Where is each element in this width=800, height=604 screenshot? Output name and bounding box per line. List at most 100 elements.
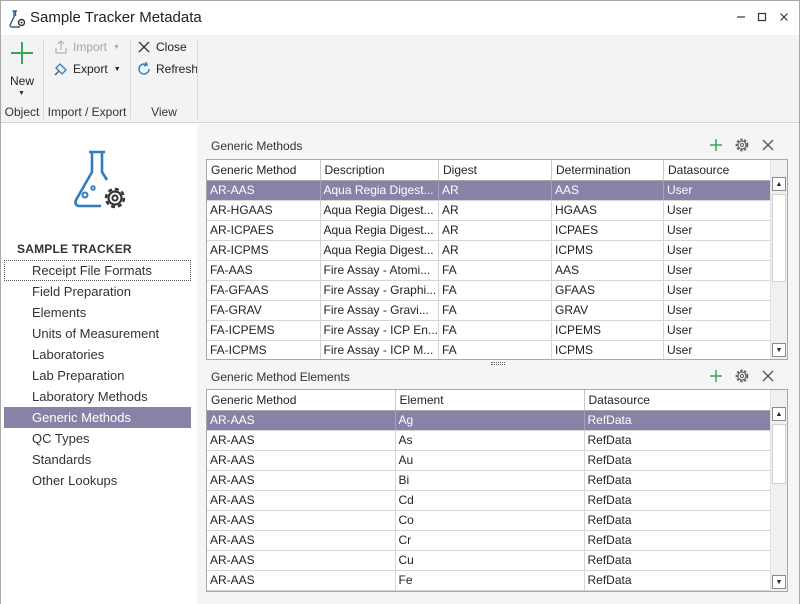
methods-vertical-scrollbar[interactable]: ▲ ▼ [770, 160, 787, 359]
table-cell[interactable]: Ag [395, 410, 585, 431]
nav-item-laboratories[interactable]: Laboratories [4, 344, 191, 365]
close-elements-panel-button[interactable] [760, 368, 776, 384]
column-header[interactable]: Datasource [584, 390, 773, 411]
chevron-down-icon[interactable]: ▼ [772, 575, 786, 589]
column-header[interactable]: Datasource [663, 160, 778, 181]
table-cell[interactable]: FA-AAS [207, 260, 321, 281]
elements-vertical-scrollbar[interactable]: ▲ ▼ [770, 390, 787, 591]
table-row[interactable]: AR-ICPAES Aqua Regia Digest... AR ICPAES Use… [207, 220, 778, 241]
table-cell[interactable]: AR-ICPMS [207, 240, 321, 261]
table-cell[interactable]: AR-AAS [207, 530, 396, 551]
nav-item-other-lookups[interactable]: Other Lookups [4, 470, 191, 491]
table-cell[interactable]: ICPEMS [551, 320, 664, 341]
table-cell[interactable]: AR-AAS [207, 490, 396, 511]
table-cell[interactable]: HGAAS [551, 200, 664, 221]
table-row[interactable]: AR-AAS Cd RefData [207, 490, 773, 511]
table-cell[interactable]: FA-ICPMS [207, 340, 321, 359]
table-row[interactable]: AR-AAS Cu RefData [207, 550, 773, 571]
table-row[interactable]: FA-GFAAS Fire Assay - Graphi... FA GFAAS Use… [207, 280, 778, 301]
table-cell[interactable]: RefData [584, 510, 773, 531]
table-cell[interactable]: AR-ICPAES [207, 220, 321, 241]
table-cell[interactable]: RefData [584, 470, 773, 491]
table-cell[interactable]: FA [438, 320, 552, 341]
table-cell[interactable]: Fire Assay - Graphi... [320, 280, 439, 301]
table-cell[interactable]: Fe [395, 570, 585, 591]
table-cell[interactable]: As [395, 430, 585, 451]
panel-splitter-handle[interactable] [491, 362, 505, 365]
table-cell[interactable]: AR-AAS [207, 470, 396, 491]
nav-item-laboratory-methods[interactable]: Laboratory Methods [4, 386, 191, 407]
method-settings-button[interactable] [734, 137, 750, 153]
table-cell[interactable]: Cd [395, 490, 585, 511]
table-cell[interactable]: FA-GRAV [207, 300, 321, 321]
table-cell[interactable]: Aqua Regia Digest... [320, 180, 439, 201]
table-cell[interactable]: RefData [584, 410, 773, 431]
table-cell[interactable]: Cu [395, 550, 585, 571]
table-cell[interactable]: Aqua Regia Digest... [320, 240, 439, 261]
add-element-button[interactable] [708, 368, 724, 384]
table-cell[interactable]: Co [395, 510, 585, 531]
table-cell[interactable]: Au [395, 450, 585, 471]
table-row[interactable]: AR-AAS Au RefData [207, 450, 773, 471]
table-cell[interactable]: FA [438, 340, 552, 359]
table-cell[interactable]: User [663, 300, 778, 321]
table-cell[interactable]: ICPAES [551, 220, 664, 241]
scrollbar-thumb[interactable] [772, 424, 786, 484]
table-cell[interactable]: AAS [551, 260, 664, 281]
maximize-button[interactable] [750, 7, 774, 27]
column-header[interactable]: Element [395, 390, 585, 411]
column-header[interactable]: Generic Method [207, 160, 321, 181]
column-header[interactable]: Description [320, 160, 439, 181]
close-button[interactable]: Close [136, 37, 187, 57]
table-cell[interactable]: ICPMS [551, 240, 664, 261]
table-cell[interactable]: RefData [584, 530, 773, 551]
table-cell[interactable]: Bi [395, 470, 585, 491]
table-cell[interactable]: Cr [395, 530, 585, 551]
table-cell[interactable]: User [663, 260, 778, 281]
table-row[interactable]: AR-AAS Aqua Regia Digest... AR AAS User [207, 180, 778, 201]
table-cell[interactable]: RefData [584, 570, 773, 591]
nav-item-field-preparation[interactable]: Field Preparation [4, 281, 191, 302]
table-cell[interactable]: AAS [551, 180, 664, 201]
table-row[interactable]: FA-ICPEMS Fire Assay - ICP En... FA ICPEMS U… [207, 320, 778, 341]
table-cell[interactable]: User [663, 280, 778, 301]
table-cell[interactable]: AR-AAS [207, 410, 396, 431]
table-cell[interactable]: User [663, 220, 778, 241]
table-cell[interactable]: AR-AAS [207, 450, 396, 471]
table-row[interactable]: AR-AAS Co RefData [207, 510, 773, 531]
table-cell[interactable]: AR [438, 220, 552, 241]
table-cell[interactable]: User [663, 180, 778, 201]
nav-item-lab-preparation[interactable]: Lab Preparation [4, 365, 191, 386]
import-button[interactable]: Import ▼ [53, 37, 120, 57]
table-cell[interactable]: AR-HGAAS [207, 200, 321, 221]
table-cell[interactable]: Fire Assay - Gravi... [320, 300, 439, 321]
table-cell[interactable]: User [663, 320, 778, 341]
table-cell[interactable]: FA [438, 260, 552, 281]
table-cell[interactable]: FA [438, 300, 552, 321]
table-cell[interactable]: AR [438, 240, 552, 261]
table-cell[interactable]: AR-AAS [207, 430, 396, 451]
nav-item-standards[interactable]: Standards [4, 449, 191, 470]
table-cell[interactable]: Aqua Regia Digest... [320, 220, 439, 241]
table-cell[interactable]: Aqua Regia Digest... [320, 200, 439, 221]
table-cell[interactable]: FA [438, 280, 552, 301]
table-row[interactable]: AR-HGAAS Aqua Regia Digest... AR HGAAS User [207, 200, 778, 221]
chevron-up-icon[interactable]: ▲ [772, 407, 786, 421]
table-cell[interactable]: User [663, 340, 778, 359]
table-cell[interactable]: GRAV [551, 300, 664, 321]
refresh-button[interactable]: Refresh [136, 59, 198, 79]
table-cell[interactable]: FA-GFAAS [207, 280, 321, 301]
table-cell[interactable]: AR [438, 180, 552, 201]
table-cell[interactable]: AR-AAS [207, 510, 396, 531]
table-cell[interactable]: RefData [584, 550, 773, 571]
close-window-button[interactable] [772, 7, 796, 27]
table-cell[interactable]: GFAAS [551, 280, 664, 301]
table-row[interactable]: AR-AAS Cr RefData [207, 530, 773, 551]
table-cell[interactable]: AR-AAS [207, 570, 396, 591]
add-method-button[interactable] [708, 137, 724, 153]
element-settings-button[interactable] [734, 368, 750, 384]
new-button[interactable]: New ▼ [5, 39, 39, 99]
table-row[interactable]: AR-AAS Ag RefData [207, 410, 773, 431]
chevron-down-icon[interactable]: ▼ [772, 343, 786, 357]
table-row[interactable]: FA-ICPMS Fire Assay - ICP M... FA ICPMS User [207, 340, 778, 359]
